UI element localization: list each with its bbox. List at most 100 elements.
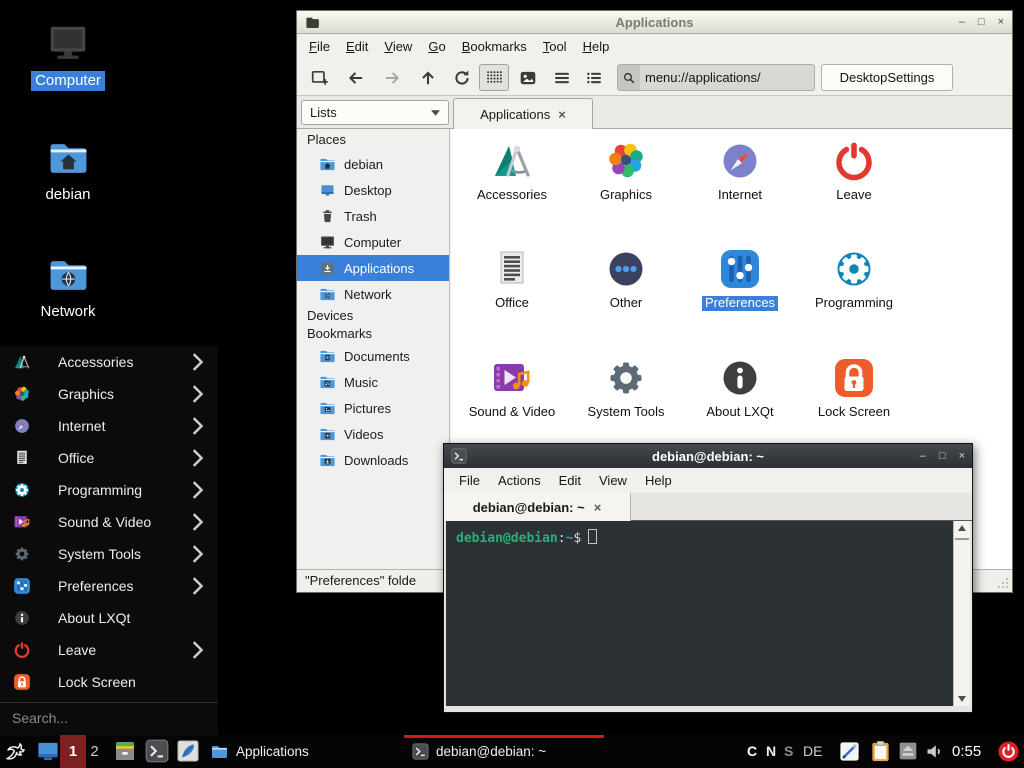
- thumbnail-view-icon[interactable]: [519, 69, 537, 87]
- terminal-menu-view[interactable]: View: [590, 470, 636, 491]
- sidebar-item-label: Downloads: [344, 453, 408, 468]
- address-bar[interactable]: menu://applications/: [617, 64, 815, 91]
- forward-icon[interactable]: [383, 69, 401, 87]
- fm-menu-help[interactable]: Help: [575, 36, 618, 57]
- keyboard-layout[interactable]: DE: [803, 735, 822, 768]
- sidebar-item-pictures[interactable]: Pictures: [297, 395, 449, 421]
- menu-item-office[interactable]: Office: [0, 442, 218, 474]
- kbd-indicator-caps[interactable]: C: [747, 735, 757, 768]
- sidebar-item-network[interactable]: Network: [297, 281, 449, 307]
- close-button[interactable]: ×: [998, 16, 1004, 28]
- reload-icon[interactable]: [453, 69, 471, 87]
- minimize-button[interactable]: –: [959, 16, 965, 28]
- scroll-up-icon[interactable]: [958, 525, 966, 531]
- grid-item-leave[interactable]: Leave: [797, 137, 911, 241]
- sidebar-item-documents[interactable]: Documents: [297, 343, 449, 369]
- sidebar-item-desktop[interactable]: Desktop: [297, 177, 449, 203]
- computer-monitor-icon: [319, 234, 336, 251]
- sidebar-item-trash[interactable]: Trash: [297, 203, 449, 229]
- menu-item-accessories[interactable]: Accessories: [0, 346, 218, 378]
- menu-item-internet[interactable]: Internet: [0, 410, 218, 442]
- app-menu-button[interactable]: [4, 739, 29, 764]
- desktop-icon-network[interactable]: Network: [18, 254, 118, 322]
- menu-search-input[interactable]: Search...: [0, 702, 218, 733]
- maximize-button[interactable]: □: [978, 16, 985, 28]
- menu-item-leave[interactable]: Leave: [0, 634, 218, 666]
- tab-applications[interactable]: Applications ×: [453, 98, 593, 129]
- grid-item-internet[interactable]: Internet: [683, 137, 797, 241]
- desktop-icon-computer[interactable]: Computer: [18, 20, 118, 91]
- sidebar-item-applications[interactable]: Applications: [297, 255, 449, 281]
- fm-menu-bookmarks[interactable]: Bookmarks: [454, 36, 535, 57]
- fm-menu-go[interactable]: Go: [420, 36, 453, 57]
- fm-menu-view[interactable]: View: [376, 36, 420, 57]
- terminal-tab[interactable]: debian@debian: ~ ×: [444, 493, 631, 521]
- grid-item-graphics[interactable]: Graphics: [569, 137, 683, 241]
- close-button[interactable]: ×: [959, 450, 965, 462]
- fm-titlebar[interactable]: Applications – □ ×: [297, 11, 1012, 34]
- terminal-menu-edit[interactable]: Edit: [550, 470, 590, 491]
- menu-item-lock-screen[interactable]: Lock Screen: [0, 666, 218, 698]
- file-manager-launcher[interactable]: [113, 739, 137, 763]
- show-desktop-button[interactable]: [36, 740, 60, 763]
- terminal-titlebar[interactable]: debian@debian: ~ – □ ×: [444, 444, 972, 468]
- menu-item-graphics[interactable]: Graphics: [0, 378, 218, 410]
- sidebar-item-videos[interactable]: Videos: [297, 421, 449, 447]
- desktop-settings-button[interactable]: DesktopSettings: [821, 64, 953, 91]
- compact-view-icon[interactable]: [553, 69, 571, 87]
- new-tab-icon[interactable]: [311, 69, 329, 87]
- maximize-button[interactable]: □: [939, 450, 946, 462]
- clock[interactable]: 0:55: [952, 735, 981, 768]
- tab-close-icon[interactable]: ×: [558, 107, 566, 122]
- grid-item-programming[interactable]: Programming: [797, 245, 911, 349]
- sidebar-item-downloads[interactable]: Downloads: [297, 447, 449, 473]
- menu-item-sound-video[interactable]: Sound & Video: [0, 506, 218, 538]
- featherpad-launcher[interactable]: [176, 739, 200, 763]
- grid-item-label: Internet: [718, 188, 762, 203]
- lists-dropdown[interactable]: Lists: [301, 100, 449, 125]
- menu-item-programming[interactable]: Programming: [0, 474, 218, 506]
- back-icon[interactable]: [347, 69, 365, 87]
- desktop-icon-debian[interactable]: debian: [18, 137, 118, 205]
- taskbar-task-applications[interactable]: Applications: [202, 735, 402, 768]
- terminal-menu-file[interactable]: File: [450, 470, 489, 491]
- menu-item-about-lxqt[interactable]: About LXQt: [0, 602, 218, 634]
- terminal-content[interactable]: debian@debian:~$: [446, 521, 953, 706]
- workspace-1-button[interactable]: 1: [60, 735, 86, 768]
- power-button[interactable]: [997, 740, 1020, 763]
- grid-item-accessories[interactable]: Accessories: [455, 137, 569, 241]
- fm-menu-file[interactable]: File: [301, 36, 338, 57]
- scroll-down-icon[interactable]: [958, 696, 966, 702]
- sidebar-item-music[interactable]: Music: [297, 369, 449, 395]
- grid-item-office[interactable]: Office: [455, 245, 569, 349]
- terminal-tab-label: debian@debian: ~: [473, 500, 585, 515]
- terminal-menu-help[interactable]: Help: [636, 470, 681, 491]
- terminal-scrollbar[interactable]: [953, 521, 970, 706]
- menu-item-system-tools[interactable]: System Tools: [0, 538, 218, 570]
- sidebar-item-computer[interactable]: Computer: [297, 229, 449, 255]
- icon-view-button[interactable]: [479, 64, 509, 91]
- terminal-menu-actions[interactable]: Actions: [489, 470, 550, 491]
- sidebar-item-debian[interactable]: debian: [297, 151, 449, 177]
- taskbar-task-terminal[interactable]: debian@debian: ~: [404, 735, 604, 768]
- kbd-indicator-num[interactable]: N: [766, 735, 776, 768]
- cat-soundvideo-icon: [12, 512, 32, 532]
- up-icon[interactable]: [419, 69, 437, 87]
- tab-close-icon[interactable]: ×: [594, 500, 602, 515]
- kbd-indicator-scroll[interactable]: S: [784, 735, 793, 768]
- grid-item-other[interactable]: Other: [569, 245, 683, 349]
- scroll-slider[interactable]: [955, 538, 969, 540]
- fm-menu-edit[interactable]: Edit: [338, 36, 376, 57]
- volume-icon[interactable]: [924, 741, 945, 762]
- clipboard-tray-icon[interactable]: [869, 740, 892, 763]
- resize-grip[interactable]: [997, 577, 1009, 589]
- detailed-view-icon[interactable]: [585, 69, 603, 87]
- workspace-2-button[interactable]: 2: [86, 735, 103, 768]
- removable-media-tray-icon[interactable]: [898, 741, 918, 761]
- terminal-launcher[interactable]: [145, 739, 169, 763]
- fm-menu-tool[interactable]: Tool: [535, 36, 575, 57]
- grid-item-preferences[interactable]: Preferences: [683, 245, 797, 349]
- minimize-button[interactable]: –: [920, 450, 926, 462]
- menu-item-preferences[interactable]: Preferences: [0, 570, 218, 602]
- screenshot-tray-icon[interactable]: [838, 740, 861, 763]
